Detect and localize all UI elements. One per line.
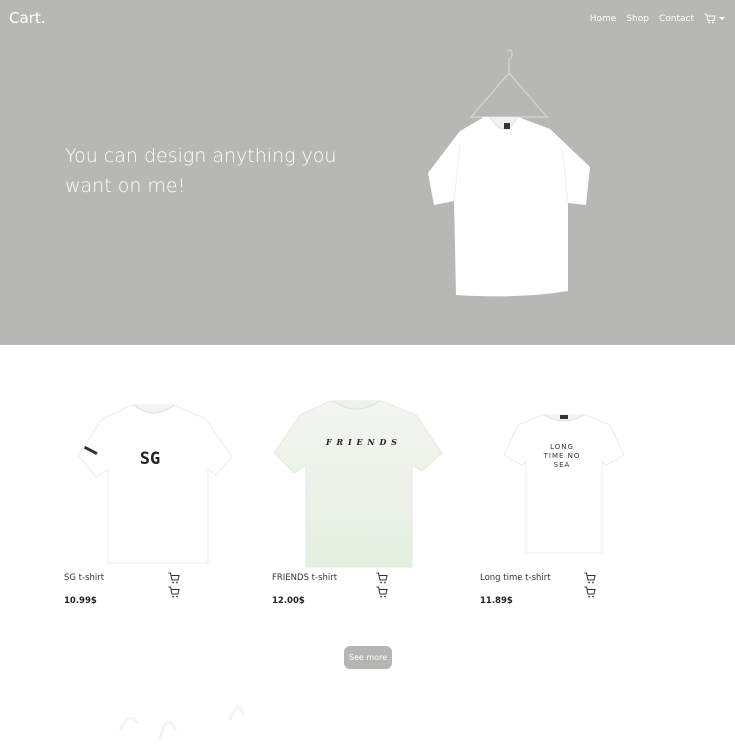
cart-icon <box>704 13 716 24</box>
decorative-faint-graphic <box>118 706 246 741</box>
add-to-cart-icon[interactable] <box>584 572 596 584</box>
cart-dropdown[interactable] <box>704 13 725 24</box>
product-price: 10.99$ <box>64 596 97 606</box>
hero-banner: Cart. Home Shop Contact You can design a… <box>0 0 735 345</box>
product-price: 11.89$ <box>480 596 513 606</box>
add-to-cart-icon[interactable] <box>376 572 388 584</box>
product-image-sg <box>77 404 233 564</box>
add-to-cart-icon[interactable] <box>168 572 180 584</box>
see-more-button[interactable]: See more <box>344 646 392 669</box>
product-name[interactable]: SG t-shirt <box>64 573 104 583</box>
product-price: 12.00$ <box>272 596 305 606</box>
product-name[interactable]: Long time t-shirt <box>480 573 551 583</box>
hero-tshirt-image <box>428 49 590 297</box>
hero-headline: You can design anything you want on me! <box>65 145 337 197</box>
chevron-down-icon <box>719 17 725 20</box>
top-nav: Home Shop Contact <box>590 13 725 24</box>
add-to-cart-icon[interactable] <box>168 586 180 598</box>
nav-shop[interactable]: Shop <box>626 14 649 24</box>
nav-contact[interactable]: Contact <box>659 14 694 24</box>
product-print-text: LONG TIME NO SEA <box>543 443 581 469</box>
product-image-long-time <box>503 414 625 554</box>
add-to-cart-icon[interactable] <box>376 586 388 598</box>
nav-home[interactable]: Home <box>590 14 617 24</box>
brand-logo[interactable]: Cart. <box>9 9 45 27</box>
add-to-cart-icon[interactable] <box>584 586 596 598</box>
product-print-text: SG <box>139 449 161 469</box>
product-image-friends <box>273 400 443 568</box>
product-print-text: F R I E N D S <box>326 437 398 447</box>
product-name[interactable]: FRIENDS t-shirt <box>272 573 337 583</box>
